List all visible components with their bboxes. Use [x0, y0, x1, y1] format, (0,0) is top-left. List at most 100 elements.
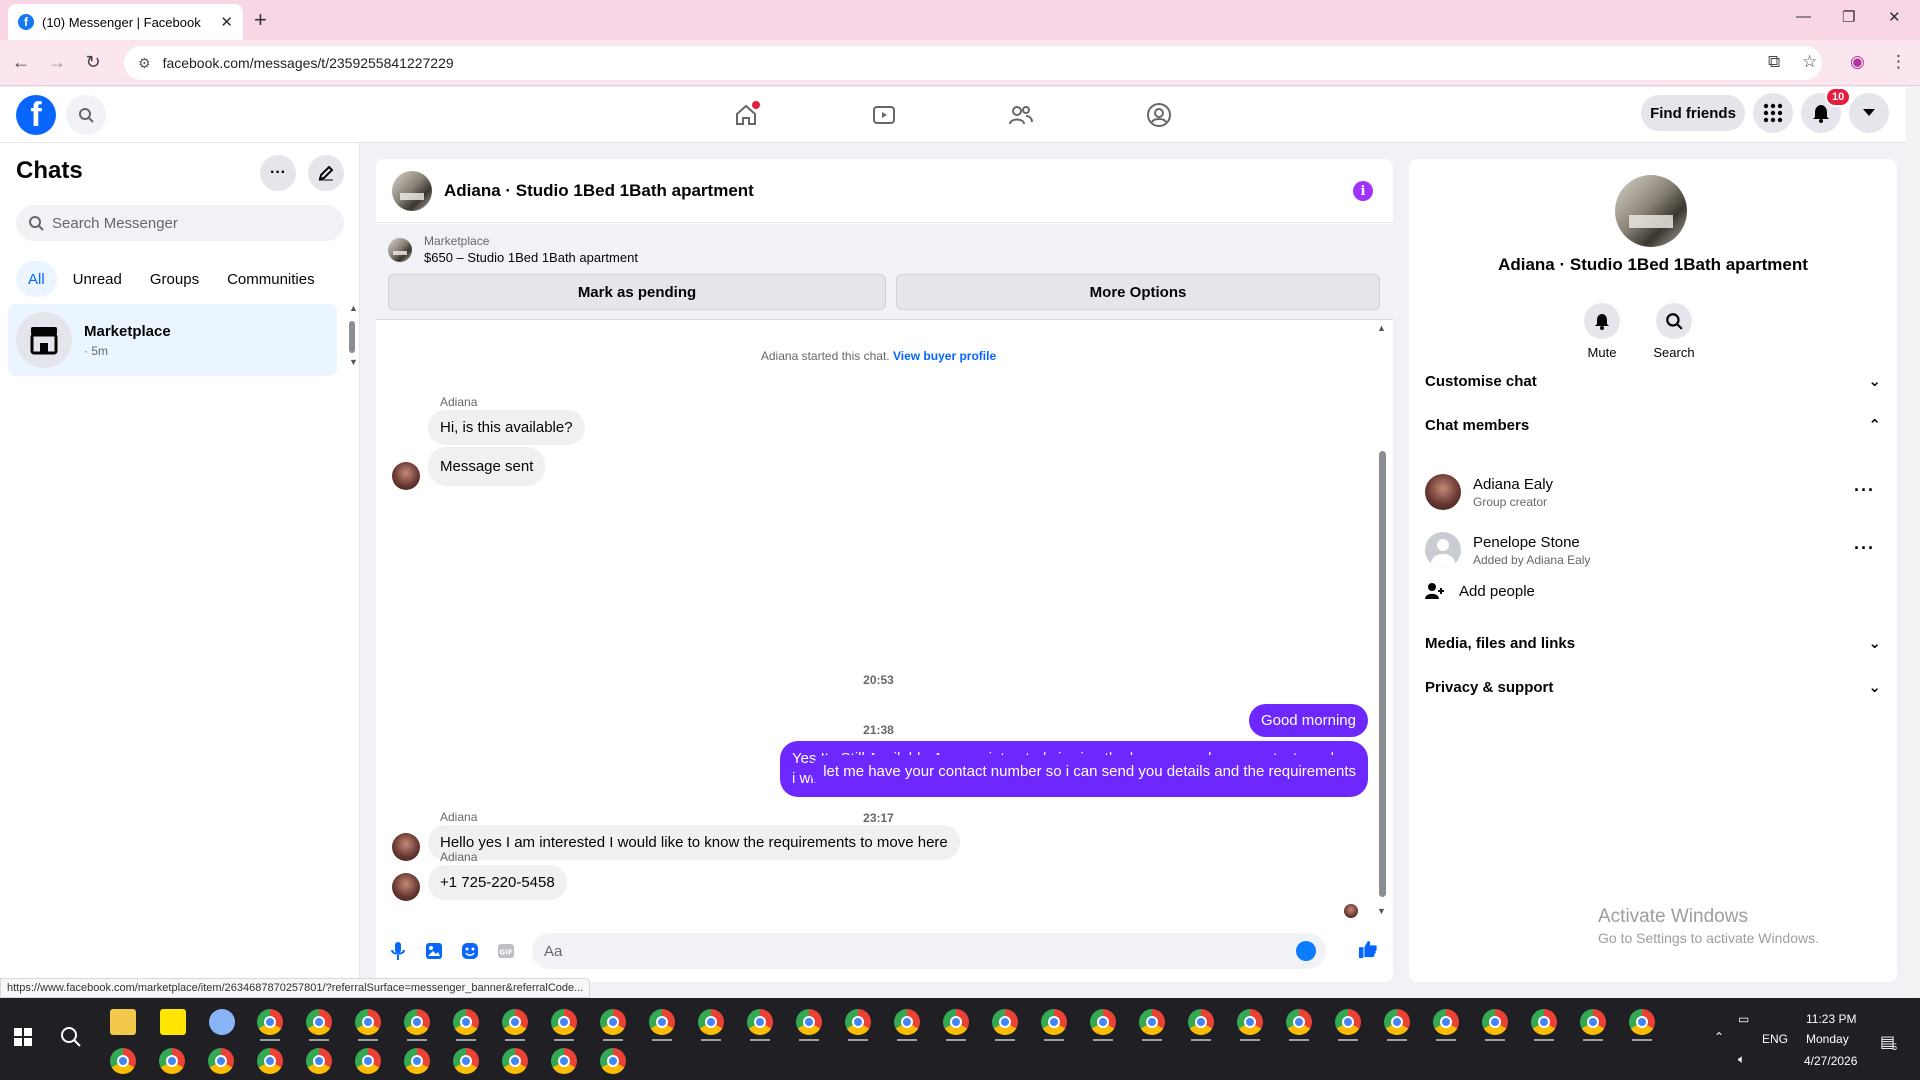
clock-day[interactable]: Monday	[1806, 1032, 1849, 1046]
member-more-icon[interactable]: ···	[1854, 480, 1875, 501]
menu-grid-icon[interactable]	[1753, 93, 1793, 133]
new-tab-icon[interactable]: +	[254, 8, 267, 32]
reload-icon[interactable]: ↻	[82, 52, 104, 73]
chrome-app-icon[interactable]	[551, 1009, 577, 1035]
privacy-support-section[interactable]: Privacy & support ⌄	[1425, 667, 1881, 707]
chrome-app-icon[interactable]	[355, 1009, 381, 1035]
member-row[interactable]: Penelope Stone Added by Adiana Ealy ···	[1425, 522, 1881, 578]
chrome-app-icon[interactable]	[306, 1048, 332, 1074]
chrome-app-icon[interactable]	[159, 1048, 185, 1074]
new-message-icon[interactable]	[308, 155, 344, 191]
listing-title[interactable]: $650 – Studio 1Bed 1Bath apartment	[424, 250, 638, 265]
address-bar[interactable]: ⚙ facebook.com/messages/t/23592558412272…	[124, 46, 1822, 80]
bookmark-star-icon[interactable]: ☆	[1802, 52, 1817, 72]
scroll-down-arrow-icon[interactable]: ▼	[349, 357, 358, 367]
browser-tab[interactable]: f (10) Messenger | Facebook ✕	[8, 4, 243, 40]
chrome-app-icon[interactable]	[453, 1048, 479, 1074]
chrome-app-icon[interactable]	[355, 1048, 381, 1074]
chrome-app-icon[interactable]	[1188, 1009, 1214, 1035]
chrome-app-icon[interactable]	[502, 1048, 528, 1074]
scroll-up-arrow-icon[interactable]: ▲	[349, 303, 358, 313]
chrome-app-icon[interactable]	[600, 1048, 626, 1074]
message-input[interactable]: Aa	[532, 933, 1326, 969]
chrome-app-icon[interactable]	[1335, 1009, 1361, 1035]
friends-icon[interactable]	[1007, 101, 1035, 129]
info-icon[interactable]: i	[1353, 181, 1373, 201]
filter-communities[interactable]: Communities	[215, 261, 327, 297]
gaming-icon[interactable]	[1145, 101, 1173, 129]
chrome-app-icon[interactable]	[1580, 1009, 1606, 1035]
sticker-icon[interactable]	[460, 941, 480, 961]
chrome-app-icon[interactable]	[404, 1048, 430, 1074]
scrollbar-thumb[interactable]	[349, 321, 355, 353]
chrome-app-icon[interactable]	[1629, 1009, 1655, 1035]
incoming-message[interactable]: Hello yes I am interested I would like t…	[428, 825, 960, 860]
photo-icon[interactable]	[424, 941, 444, 961]
search-in-conversation-button[interactable]: Search	[1644, 303, 1704, 360]
chrome-app-icon[interactable]	[1384, 1009, 1410, 1035]
search-messenger-input[interactable]: Search Messenger	[16, 205, 344, 241]
chat-members-section[interactable]: Chat members ⌃	[1425, 405, 1881, 445]
chrome-app-icon[interactable]	[551, 1048, 577, 1074]
close-tab-icon[interactable]: ✕	[220, 13, 233, 31]
scroll-up-arrow-icon[interactable]: ▲	[1377, 323, 1386, 333]
add-people-button[interactable]: Add people	[1425, 582, 1535, 600]
chrome-app-icon[interactable]	[257, 1048, 283, 1074]
chrome-app-icon[interactable]	[1433, 1009, 1459, 1035]
clock-date[interactable]: 4/27/2026	[1804, 1054, 1857, 1068]
filter-all[interactable]: All	[16, 261, 57, 297]
app-icon[interactable]	[209, 1009, 235, 1035]
chrome-app-icon[interactable]	[992, 1009, 1018, 1035]
chrome-app-icon[interactable]	[208, 1048, 234, 1074]
incoming-message[interactable]: Hi, is this available?	[428, 410, 585, 445]
more-options-button[interactable]: More Options	[896, 274, 1380, 310]
chrome-app-icon[interactable]	[698, 1009, 724, 1035]
clock-time[interactable]: 11:23 PM	[1806, 1012, 1856, 1026]
search-icon[interactable]	[66, 95, 106, 135]
incoming-message[interactable]: +1 725-220-5458	[428, 865, 567, 900]
chrome-app-icon[interactable]	[1041, 1009, 1067, 1035]
forward-icon[interactable]: →	[46, 52, 68, 73]
microphone-icon[interactable]	[388, 941, 408, 961]
mute-button[interactable]: Mute	[1572, 303, 1632, 360]
chrome-app-icon[interactable]	[845, 1009, 871, 1035]
sender-avatar[interactable]	[392, 833, 420, 861]
chrome-app-icon[interactable]	[502, 1009, 528, 1035]
conversation-header[interactable]: Adiana · Studio 1Bed 1Bath apartment i	[376, 159, 1393, 223]
more-options-icon[interactable]: ···	[260, 155, 296, 191]
browser-menu-icon[interactable]: ⋮	[1890, 52, 1907, 72]
filter-unread[interactable]: Unread	[61, 261, 134, 297]
chrome-app-icon[interactable]	[404, 1009, 430, 1035]
site-settings-icon[interactable]: ⚙	[138, 55, 151, 72]
chrome-app-icon[interactable]	[649, 1009, 675, 1035]
windows-start-icon[interactable]	[14, 1028, 32, 1046]
chrome-app-icon[interactable]	[943, 1009, 969, 1035]
mark-as-pending-button[interactable]: Mark as pending	[388, 274, 886, 310]
page-scrollbar[interactable]	[1906, 87, 1920, 998]
view-buyer-profile-link[interactable]: View buyer profile	[893, 349, 996, 363]
conversation-avatar[interactable]	[392, 170, 432, 211]
scrollbar-thumb[interactable]	[1379, 451, 1386, 897]
listing-row[interactable]: Marketplace $650 – Studio 1Bed 1Bath apa…	[388, 234, 638, 265]
account-dropdown-icon[interactable]	[1849, 93, 1889, 133]
restore-icon[interactable]: ❐	[1842, 8, 1855, 26]
chrome-app-icon[interactable]	[1482, 1009, 1508, 1035]
sticky-notes-icon[interactable]	[160, 1009, 186, 1035]
show-hidden-icons-icon[interactable]: ⌃	[1714, 1030, 1724, 1044]
sender-avatar[interactable]	[392, 873, 420, 901]
emoji-icon[interactable]	[1296, 941, 1316, 961]
media-files-section[interactable]: Media, files and links ⌄	[1425, 623, 1881, 663]
chrome-app-icon[interactable]	[600, 1009, 626, 1035]
language-indicator[interactable]: ENG	[1762, 1032, 1788, 1046]
taskbar-search-icon[interactable]	[60, 1026, 82, 1053]
customise-chat-section[interactable]: Customise chat ⌄	[1425, 361, 1881, 401]
home-icon[interactable]	[732, 101, 760, 129]
chrome-app-icon[interactable]	[453, 1009, 479, 1035]
video-icon[interactable]	[870, 101, 898, 129]
notifications-bell-icon[interactable]: 10	[1801, 87, 1852, 133]
chrome-app-icon[interactable]	[110, 1048, 136, 1074]
back-icon[interactable]: ←	[10, 52, 32, 73]
chrome-app-icon[interactable]	[1531, 1009, 1557, 1035]
sidebar-scrollbar[interactable]: ▲ ▼	[348, 303, 358, 367]
chrome-app-icon[interactable]	[1286, 1009, 1312, 1035]
